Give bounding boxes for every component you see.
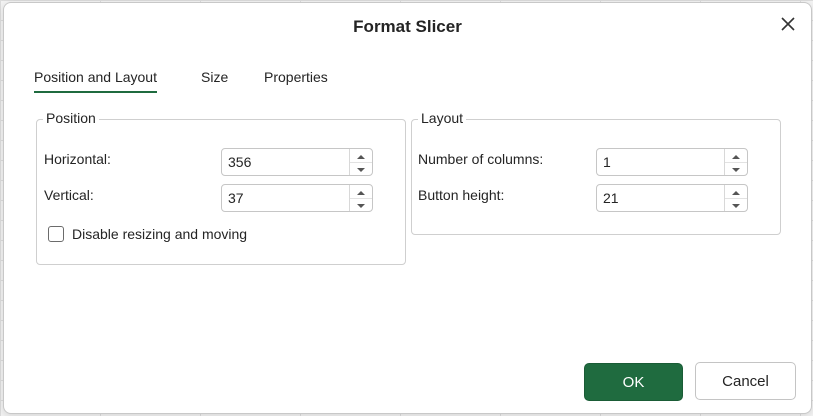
button-height-label: Button height: (418, 187, 505, 203)
vertical-spinner (221, 184, 373, 212)
button-height-spinner (596, 184, 748, 212)
close-button[interactable] (776, 14, 800, 38)
button-height-spin-buttons (724, 185, 747, 211)
tab-position-and-layout[interactable]: Position and Layout (34, 69, 157, 93)
vertical-label: Vertical: (44, 187, 94, 203)
tab-size[interactable]: Size (201, 69, 228, 91)
chevron-down-icon (356, 196, 366, 214)
disable-resizing-row[interactable]: Disable resizing and moving (48, 225, 247, 243)
layout-group: Layout (411, 110, 781, 235)
horizontal-decrement-button[interactable] (350, 162, 372, 175)
disable-resizing-checkbox[interactable] (48, 226, 64, 242)
vertical-decrement-button[interactable] (350, 198, 372, 211)
format-slicer-dialog: Format Slicer Position and Layout Size P… (3, 2, 812, 414)
columns-label: Number of columns: (418, 151, 544, 167)
close-icon (781, 16, 795, 36)
horizontal-input[interactable] (222, 149, 350, 175)
chevron-down-icon (731, 160, 741, 178)
chevron-down-icon (356, 160, 366, 178)
columns-decrement-button[interactable] (725, 162, 747, 175)
columns-spin-buttons (724, 149, 747, 175)
cancel-button[interactable]: Cancel (695, 362, 796, 400)
horizontal-label: Horizontal: (44, 151, 111, 167)
vertical-input[interactable] (222, 185, 350, 211)
dialog-title: Format Slicer (353, 17, 462, 36)
chevron-down-icon (731, 196, 741, 214)
disable-resizing-label: Disable resizing and moving (72, 226, 248, 242)
position-group-legend: Position (43, 110, 99, 126)
layout-group-legend: Layout (418, 110, 467, 126)
button-height-decrement-button[interactable] (725, 198, 747, 211)
tab-properties[interactable]: Properties (264, 69, 328, 91)
horizontal-spinner (221, 148, 373, 176)
vertical-spin-buttons (349, 185, 372, 211)
ok-button[interactable]: OK (584, 363, 683, 401)
columns-input[interactable] (597, 149, 725, 175)
horizontal-spin-buttons (349, 149, 372, 175)
button-height-input[interactable] (597, 185, 725, 211)
columns-spinner (596, 148, 748, 176)
